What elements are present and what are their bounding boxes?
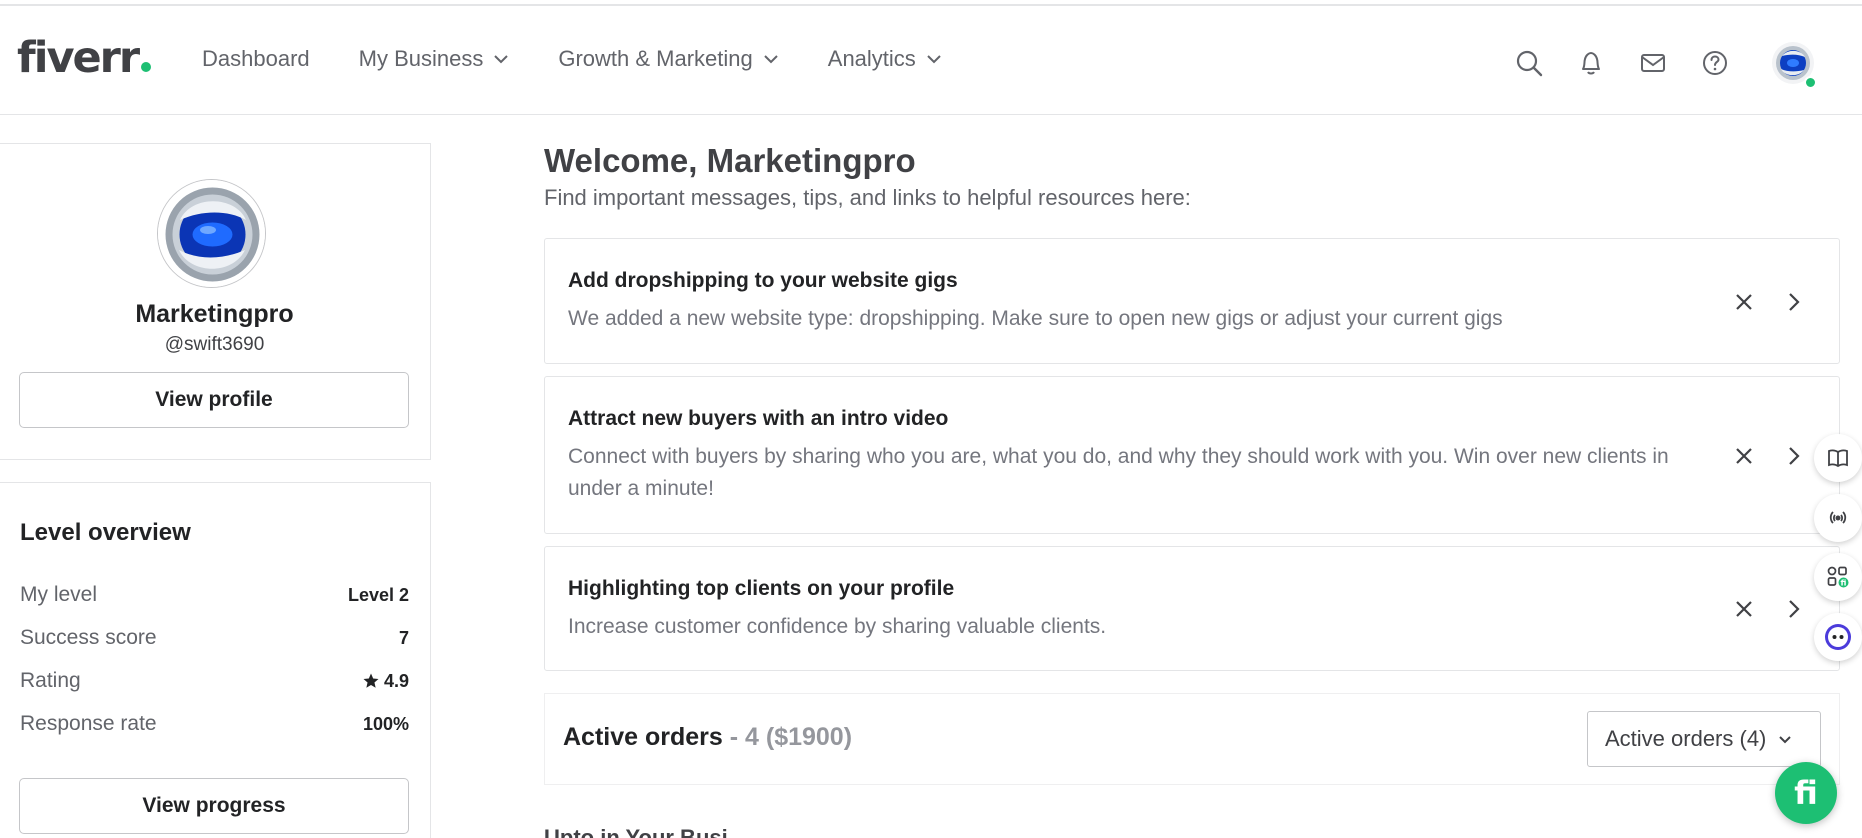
- message-title: Attract new buyers with an intro video: [568, 407, 949, 430]
- chevron-right-icon[interactable]: [1780, 442, 1808, 470]
- message-title: Highlighting top clients on your profile: [568, 577, 955, 600]
- chevron-down-icon: [1778, 735, 1792, 744]
- chevron-down-icon: [763, 54, 779, 64]
- header-icon-group: [1512, 46, 1760, 80]
- rating-row: Rating 4.9: [20, 669, 409, 693]
- bell-icon[interactable]: [1574, 46, 1608, 80]
- next-section-heading: Upto in Your Busi: [544, 825, 728, 838]
- active-orders-title: Active orders - 4 ($1900): [563, 723, 852, 752]
- close-icon[interactable]: [1730, 442, 1758, 470]
- svg-text:fi: fi: [1841, 579, 1847, 588]
- chevron-down-icon: [926, 54, 942, 64]
- nav-label: Growth & Marketing: [558, 46, 753, 71]
- help-icon[interactable]: [1698, 46, 1732, 80]
- page-subtitle: Find important messages, tips, and links…: [544, 185, 1191, 210]
- level-row-label: My level: [20, 583, 98, 606]
- profile-name: Marketingpro: [135, 300, 294, 328]
- rating-value-wrap: 4.9: [362, 671, 409, 692]
- message-body: Connect with buyers by sharing who you a…: [568, 445, 1669, 500]
- profile-card: Marketingpro @swift3690 View profile: [0, 143, 431, 460]
- book-icon[interactable]: [1814, 434, 1862, 482]
- level-row: My level Level 2: [20, 583, 409, 607]
- profile-avatar: [157, 179, 266, 288]
- active-orders-card: Active orders - 4 ($1900) Active orders …: [544, 693, 1840, 785]
- logo-dot: [141, 62, 152, 72]
- logo-text: fiverr: [17, 33, 140, 83]
- star-icon: [363, 673, 379, 688]
- rating-label: Rating: [20, 669, 81, 692]
- nav-growth-marketing[interactable]: Growth & Marketing: [558, 46, 778, 72]
- response-rate-row: Response rate 100%: [20, 712, 409, 736]
- apps-icon[interactable]: fi: [1814, 553, 1862, 601]
- chevron-right-icon[interactable]: [1780, 288, 1808, 316]
- message-card[interactable]: Add dropshipping to your website gigs We…: [544, 238, 1840, 364]
- mail-icon[interactable]: [1636, 46, 1670, 80]
- nav-label: Dashboard: [202, 46, 310, 71]
- fiverr-chat-icon[interactable]: fi: [1775, 762, 1837, 824]
- success-score-label: Success score: [20, 626, 157, 649]
- message-card[interactable]: Attract new buyers with an intro video C…: [544, 376, 1840, 534]
- success-score-row: Success score 7: [20, 626, 409, 650]
- nav-my-business[interactable]: My Business: [359, 46, 510, 72]
- success-score-value: 7: [398, 627, 409, 648]
- fiverr-logo[interactable]: fiverr: [17, 33, 152, 83]
- level-row-value: Level 2: [347, 584, 409, 605]
- orders-title-text: Active orders: [563, 723, 723, 751]
- nav-label: My Business: [358, 46, 484, 71]
- nav-analytics[interactable]: Analytics: [828, 46, 942, 72]
- nav-dashboard[interactable]: Dashboard: [202, 46, 310, 72]
- search-icon[interactable]: [1512, 46, 1546, 80]
- main-nav: Dashboard My Business Growth & Marketing…: [202, 46, 991, 72]
- response-rate-label: Response rate: [20, 712, 157, 735]
- nav-label: Analytics: [827, 46, 916, 71]
- rating-value: 4.9: [383, 670, 409, 691]
- message-card[interactable]: Highlighting top clients on your profile…: [544, 546, 1840, 671]
- active-orders-select[interactable]: Active orders (4): [1587, 711, 1821, 767]
- bot-icon[interactable]: [1814, 613, 1862, 661]
- orders-summary: - 4 ($1900): [722, 723, 853, 751]
- page-title: Welcome, Marketingpro: [544, 142, 916, 179]
- orders-select-value: Active orders (4): [1605, 726, 1767, 751]
- close-icon[interactable]: [1730, 595, 1758, 623]
- level-overview-card: Level overview My level Level 2 Success …: [0, 482, 431, 838]
- close-icon[interactable]: [1730, 288, 1758, 316]
- message-body: Increase customer confidence by sharing …: [568, 615, 1107, 638]
- response-rate-value: 100%: [362, 713, 409, 734]
- view-profile-button[interactable]: View profile: [19, 372, 409, 428]
- view-progress-button[interactable]: View progress: [19, 778, 409, 834]
- profile-handle: @swift3690: [164, 334, 265, 355]
- message-body: We added a new website type: dropshippin…: [568, 307, 1503, 330]
- broadcast-icon[interactable]: [1814, 494, 1862, 542]
- message-title: Add dropshipping to your website gigs: [568, 269, 958, 292]
- chevron-right-icon[interactable]: [1780, 595, 1808, 623]
- online-status-dot: [1804, 76, 1817, 89]
- level-overview-title: Level overview: [20, 519, 191, 546]
- chevron-down-icon: [493, 54, 509, 64]
- top-header: fiverr Dashboard My Business Growth & Ma…: [0, 6, 1862, 115]
